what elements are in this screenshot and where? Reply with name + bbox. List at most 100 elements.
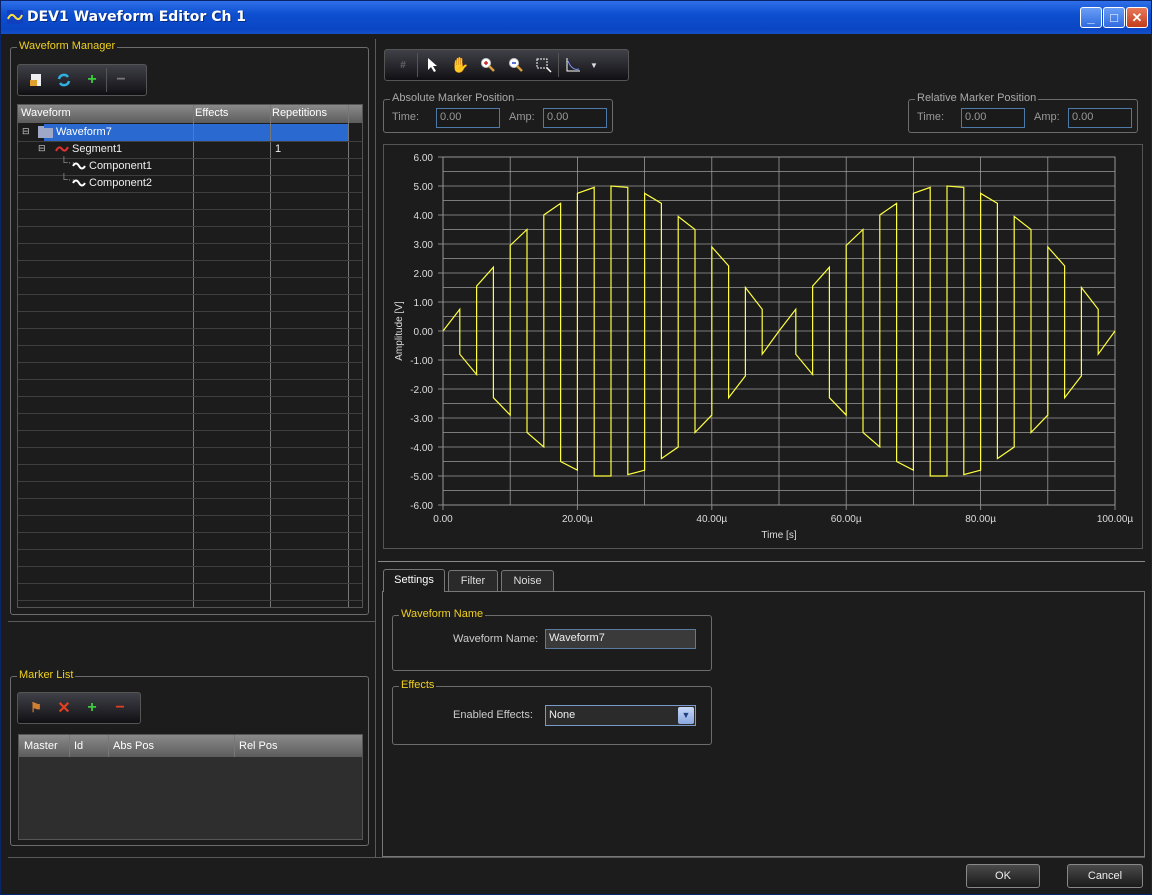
remove-icon[interactable]: − [107,68,135,92]
y-tick-label: 4.00 [414,211,434,222]
tab-filter[interactable]: Filter [448,570,498,592]
y-tick-label: -5.00 [410,472,433,483]
y-tick-label: 6.00 [414,153,434,164]
ok-button[interactable]: OK [966,864,1040,888]
grid-icon[interactable]: # [389,53,417,77]
abs-amp-field[interactable]: 0.00 [543,108,607,128]
y-axis-label: Amplitude [V] [394,301,405,361]
maximize-button[interactable]: □ [1103,7,1125,28]
y-tick-label: -1.00 [410,356,433,367]
tree-row-waveform7[interactable]: ⊟ Waveform7 [18,124,362,141]
abs-amp-label: Amp: [509,111,535,123]
column-divider [69,735,70,757]
y-tick-label: 3.00 [414,240,434,251]
chevron-down-icon[interactable]: ▼ [678,707,694,724]
plot-toolbar: # ✋ ▼ [384,49,629,81]
remove-icon[interactable]: − [106,696,134,720]
refresh-icon[interactable] [50,68,78,92]
sine-wave-icon [72,162,86,170]
grid-row-line [18,243,362,244]
column-id[interactable]: Id [74,740,83,752]
zoom-in-icon[interactable] [474,53,502,77]
tree-row-component1[interactable]: └·· Component1 [18,157,362,175]
column-effects[interactable]: Effects [195,107,228,119]
zoom-out-icon[interactable] [502,53,530,77]
waveform-chart[interactable]: 6.00 5.00 4.00 3.00 2.00 1.00 0.00 -1.00 -2.00 -3… [384,145,1142,548]
tab-settings[interactable]: Settings [383,569,445,592]
grid-row-line [18,566,362,567]
waveform-manager-panel: Waveform Manager + − Waveform Effects Re… [10,40,369,615]
y-tick-label: -6.00 [410,501,433,512]
delete-icon[interactable]: ✕ [50,696,78,720]
rel-time-field[interactable]: 0.00 [961,108,1025,128]
grid-row-line [18,515,362,516]
import-icon[interactable] [22,68,50,92]
grid-row-line [18,481,362,482]
enabled-effects-select[interactable]: None ▼ [545,705,696,726]
x-axis-label: Time [s] [761,530,796,541]
tree-row-segment1[interactable]: ⊟ Segment1 1 [18,141,362,158]
x-tick-label: 20.00µ [562,514,593,525]
x-tick-label: 80.00µ [965,514,996,525]
minimize-button[interactable]: _ [1080,7,1102,28]
grid-row-line [18,192,362,193]
column-waveform[interactable]: Waveform [21,107,71,119]
marker-list-toolbar: ⚑ ✕ + − [17,692,141,724]
column-master[interactable]: Master [24,740,58,752]
grid-row-line [18,549,362,550]
grid-row-line [18,311,362,312]
absolute-marker-panel: Absolute Marker Position Time: 0.00 Amp:… [383,92,613,133]
column-rel-pos[interactable]: Rel Pos [239,740,278,752]
abs-time-field[interactable]: 0.00 [436,108,500,128]
column-abs-pos[interactable]: Abs Pos [113,740,154,752]
close-button[interactable]: ✕ [1126,7,1148,28]
abs-time-label: Time: [392,111,420,123]
y-tick-label: -3.00 [410,414,433,425]
chart-type-icon[interactable] [559,53,587,77]
waveform-tree-grid: Waveform Effects Repetitions ⊟ Waveform7… [17,104,363,608]
grid-row-line [18,447,362,448]
tree-label: Component2 [89,177,152,189]
cancel-button[interactable]: Cancel [1067,864,1143,888]
vertical-splitter[interactable] [375,39,376,857]
row-selection-highlight [271,124,348,141]
grid-row-line [18,362,362,363]
marker-icon[interactable]: ⚑ [22,696,50,720]
waveform-grid-header: Waveform Effects Repetitions [18,105,362,123]
column-repetitions[interactable]: Repetitions [272,107,327,119]
grid-row-line [18,294,362,295]
grid-row-line [18,583,362,584]
zoom-box-icon[interactable] [530,53,558,77]
pan-hand-icon[interactable]: ✋ [446,53,474,77]
tree-row-component2[interactable]: └·· Component2 [18,174,362,192]
tab-noise[interactable]: Noise [501,570,554,592]
marker-grid: Master Id Abs Pos Rel Pos [18,734,363,840]
marker-grid-header: Master Id Abs Pos Rel Pos [19,735,362,757]
waveform-name-input[interactable]: Waveform7 [545,629,696,649]
footer-divider [8,857,1145,858]
collapse-icon[interactable]: ⊟ [38,143,46,154]
rel-amp-field[interactable]: 0.00 [1068,108,1132,128]
folder-icon [38,126,53,138]
column-divider [234,735,235,757]
add-icon[interactable]: + [78,68,106,92]
column-divider [108,735,109,757]
y-tick-label: 2.00 [414,269,434,280]
title-bar[interactable]: DEV1 Waveform Editor Ch 1 _ □ ✕ [1,1,1151,34]
waveform-plot-area[interactable]: 6.00 5.00 4.00 3.00 2.00 1.00 0.00 -1.00 -2.00 -3… [383,144,1143,549]
settings-tab-panel: Waveform Name Waveform Name: Waveform7 E… [382,591,1145,857]
grid-row-line [18,396,362,397]
rel-amp-label: Amp: [1034,111,1060,123]
window-title: DEV1 Waveform Editor Ch 1 [27,9,247,25]
add-icon[interactable]: + [78,696,106,720]
repetitions-value[interactable]: 1 [275,143,281,155]
grid-row-line [18,413,362,414]
sine-wave-icon [72,179,86,187]
pointer-icon[interactable] [418,53,446,77]
dropdown-arrow-icon[interactable]: ▼ [587,53,601,77]
x-tick-label: 100.00µ [1097,514,1134,525]
collapse-icon[interactable]: ⊟ [22,126,30,137]
relative-marker-panel: Relative Marker Position Time: 0.00 Amp:… [908,92,1138,133]
y-tick-label: 1.00 [414,298,434,309]
waveform-manager-legend: Waveform Manager [17,40,118,52]
